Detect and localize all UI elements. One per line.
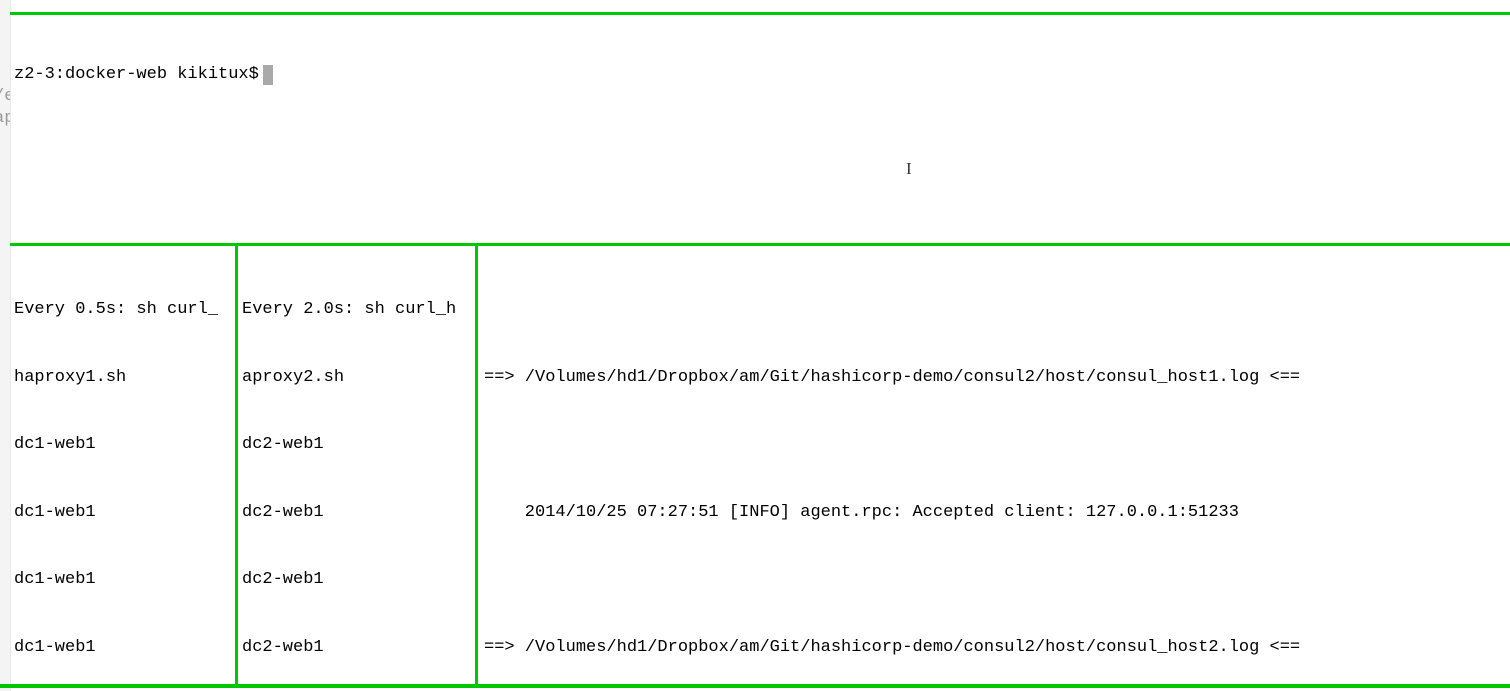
log-line xyxy=(484,569,1506,592)
shell-cursor-icon xyxy=(263,65,273,85)
watch-output-row: dc2-web1 xyxy=(242,569,471,592)
gutter-glyph: ap xyxy=(0,108,11,131)
watch-output-row: dc2-web1 xyxy=(242,502,471,525)
watch-pane-1[interactable]: Every 0.5s: sh curl_ haproxy1.sh dc1-web… xyxy=(10,246,238,684)
watch-header: Every 0.5s: sh curl_ xyxy=(14,299,231,322)
log-line xyxy=(484,299,1506,322)
log-file-header: ==> /Volumes/hd1/Dropbox/am/Git/hashicor… xyxy=(484,367,1506,390)
log-line: 2014/10/25 07:27:51 [INFO] agent.rpc: Ac… xyxy=(484,502,1506,525)
watch-script: aproxy2.sh xyxy=(242,367,471,390)
watch-script: haproxy1.sh xyxy=(14,367,231,390)
shell-prompt: z2-3:docker-web kikitux$ xyxy=(14,64,259,87)
watch-output-row: dc2-web1 xyxy=(242,637,471,660)
text-cursor-icon: I xyxy=(906,158,912,181)
watch-output-row: dc2-web1 xyxy=(242,434,471,457)
log-line xyxy=(484,434,1506,457)
watch-output-row: dc1-web1 xyxy=(14,569,231,592)
log-file-header: ==> /Volumes/hd1/Dropbox/am/Git/hashicor… xyxy=(484,637,1506,660)
tmux-divider-top xyxy=(10,12,1510,15)
tail-log-pane[interactable]: ==> /Volumes/hd1/Dropbox/am/Git/hashicor… xyxy=(478,246,1510,684)
terminal-screen: /e ap z2-3:docker-web kikitux$ I Every 0… xyxy=(0,0,1510,691)
gutter-glyph: /e xyxy=(0,86,11,109)
watch-header: Every 2.0s: sh curl_h xyxy=(242,299,471,322)
bottom-panes: Every 0.5s: sh curl_ haproxy1.sh dc1-web… xyxy=(10,246,1510,684)
watch-output-row: dc1-web1 xyxy=(14,502,231,525)
top-shell-pane[interactable]: z2-3:docker-web kikitux$ I xyxy=(14,18,1510,240)
watch-output-row: dc1-web1 xyxy=(14,434,231,457)
watch-output-row: dc1-web1 xyxy=(14,637,231,660)
watch-pane-2[interactable]: Every 2.0s: sh curl_h aproxy2.sh dc2-web… xyxy=(238,246,478,684)
shell-prompt-line[interactable]: z2-3:docker-web kikitux$ xyxy=(14,63,1510,87)
